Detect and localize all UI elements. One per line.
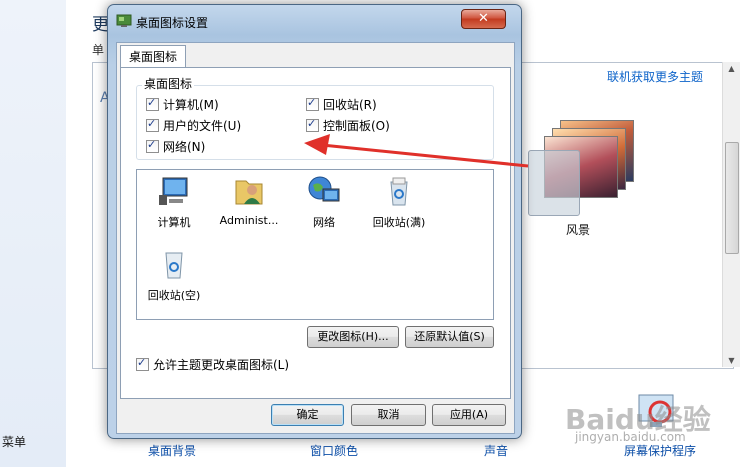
- change-icon-button[interactable]: 更改图标(H)...: [307, 326, 399, 348]
- online-themes-link[interactable]: 联机获取更多主题: [607, 68, 703, 85]
- icon-item-user-folder[interactable]: Administ...: [214, 175, 284, 227]
- checkbox-checked-icon[interactable]: [146, 96, 159, 111]
- desktop-background-link[interactable]: 桌面背景: [148, 442, 196, 459]
- theme-list-scrollbar[interactable]: ▲ ▼: [722, 62, 740, 367]
- recycle-bin-empty-icon: [165, 252, 183, 279]
- tab-desktop-icons[interactable]: 桌面图标: [120, 45, 186, 68]
- checkbox-checked-icon[interactable]: [146, 117, 159, 132]
- icon-item-network[interactable]: 网络: [289, 175, 359, 230]
- checkbox-checked-icon[interactable]: [306, 96, 319, 111]
- apply-button[interactable]: 应用(A): [432, 404, 506, 426]
- checkbox-label: 允许主题更改桌面图标(L): [153, 358, 290, 372]
- checkbox-checked-icon[interactable]: [306, 117, 319, 132]
- checkbox-label: 网络(N): [163, 140, 206, 154]
- checkbox-recycle-bin[interactable]: 回收站(R): [306, 96, 377, 113]
- window-color-link[interactable]: 窗口颜色: [310, 442, 358, 459]
- network-globe-icon: [308, 176, 340, 202]
- checkbox-checked-icon[interactable]: [136, 356, 149, 371]
- dialog-title: 桌面图标设置: [136, 16, 209, 30]
- sidebar-label[interactable]: 菜单: [2, 433, 26, 450]
- theme-name-label[interactable]: 风景: [566, 221, 590, 238]
- checkbox-label: 回收站(R): [323, 98, 377, 112]
- checkbox-user-files[interactable]: 用户的文件(U): [146, 117, 241, 134]
- icon-label: 回收站(满): [372, 216, 426, 229]
- checkbox-label: 控制面板(O): [323, 119, 390, 133]
- restore-default-button[interactable]: 还原默认值(S): [405, 326, 494, 348]
- icon-label: Administ...: [219, 214, 279, 227]
- scroll-up-icon[interactable]: ▲: [726, 64, 737, 73]
- checkbox-allow-themes[interactable]: 允许主题更改桌面图标(L): [136, 356, 289, 373]
- scroll-down-icon[interactable]: ▼: [726, 356, 737, 365]
- checkbox-control-panel[interactable]: 控制面板(O): [306, 117, 390, 134]
- icon-item-computer[interactable]: 计算机: [139, 175, 209, 230]
- recycle-bin-full-icon: [390, 177, 408, 206]
- checkbox-label: 用户的文件(U): [163, 119, 242, 133]
- icon-label: 回收站(空): [147, 289, 201, 302]
- screensaver-link[interactable]: 屏幕保护程序: [624, 442, 696, 459]
- icon-item-recycle-bin-full[interactable]: 回收站(满): [364, 175, 434, 230]
- user-folder-icon: [235, 180, 263, 205]
- checkbox-label: 计算机(M): [163, 98, 219, 112]
- scrollbar-thumb[interactable]: [725, 142, 739, 254]
- checkbox-checked-icon[interactable]: [146, 138, 159, 153]
- desktop-icon-settings-dialog: 桌面图标设置 ✕ 桌面图标 桌面图标 计算机(M) 回收站(R) 用户的文件(U…: [107, 4, 522, 439]
- icon-item-recycle-bin-empty[interactable]: 回收站(空): [139, 248, 209, 303]
- desktop-settings-icon: [116, 14, 132, 27]
- cancel-button[interactable]: 取消: [351, 404, 426, 426]
- checkbox-computer[interactable]: 计算机(M): [146, 96, 219, 113]
- personalization-sidebar: [0, 0, 66, 467]
- close-button[interactable]: ✕: [461, 9, 506, 29]
- ok-button[interactable]: 确定: [271, 404, 344, 426]
- icon-label: 网络: [313, 216, 335, 229]
- baidu-watermark-url: jingyan.baidu.com: [575, 430, 686, 444]
- icon-label: 计算机: [157, 216, 191, 229]
- checkbox-network[interactable]: 网络(N): [146, 138, 205, 155]
- computer-icon: [159, 177, 188, 205]
- sounds-link[interactable]: 声音: [484, 442, 508, 459]
- selected-theme-highlight[interactable]: [528, 150, 580, 216]
- group-title: 桌面图标: [142, 75, 195, 92]
- page-subtitle: 单: [92, 43, 105, 57]
